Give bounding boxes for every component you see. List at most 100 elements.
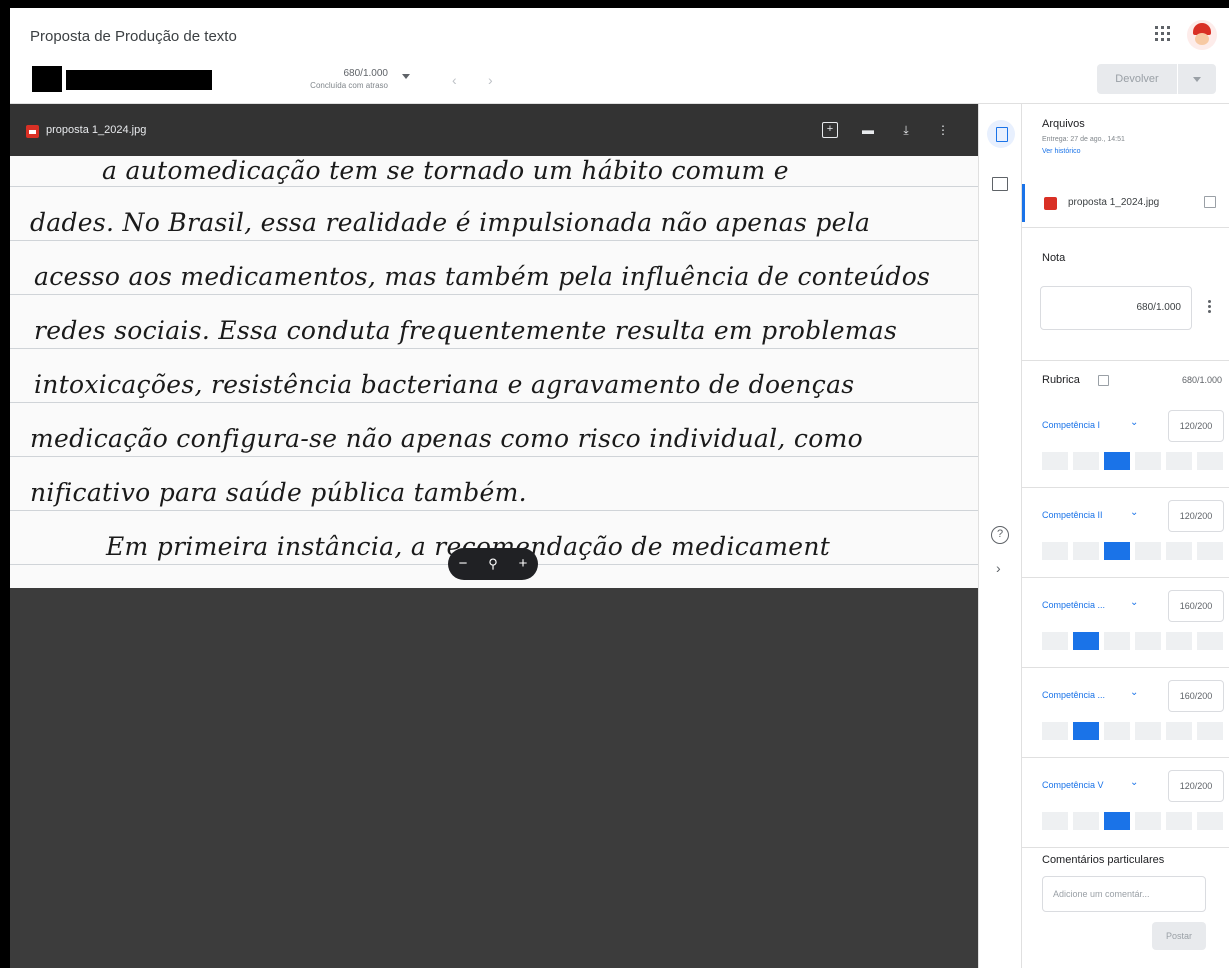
grade-more-icon[interactable] bbox=[1208, 300, 1211, 314]
rubric-criterion: Competência II ⌄ 120/200 bbox=[1022, 488, 1229, 578]
handwriting-line: a automedicação tem se tornado um hábito… bbox=[102, 156, 789, 185]
criterion-score-input[interactable]: 120/200 bbox=[1168, 770, 1224, 802]
student-grade: 680/1.000 bbox=[343, 68, 389, 79]
rubric-level[interactable] bbox=[1197, 812, 1223, 830]
criterion-score-input[interactable]: 120/200 bbox=[1168, 500, 1224, 532]
rubric-level[interactable] bbox=[1166, 812, 1192, 830]
chevron-down-icon[interactable]: ⌄ bbox=[1130, 417, 1138, 428]
criterion-name[interactable]: Competência ... bbox=[1042, 690, 1105, 700]
return-button[interactable]: Devolver bbox=[1097, 64, 1177, 94]
handwriting-line: redes sociais. Essa conduta frequentemen… bbox=[34, 316, 898, 345]
handwriting-line: nificativo para saúde pública também. bbox=[30, 478, 527, 507]
student-status: Concluída com atraso bbox=[310, 81, 388, 90]
file-viewer: proposta 1_2024.jpg + ▬ ⤓ ⋮ a automedica… bbox=[10, 104, 978, 968]
handwriting-line: acesso aos medicamentos, mas também pela… bbox=[34, 262, 931, 291]
attachment-item[interactable]: proposta 1_2024.jpg bbox=[1022, 178, 1229, 228]
rubric-level-selected[interactable] bbox=[1104, 452, 1130, 470]
criterion-levels bbox=[1042, 632, 1224, 650]
rubric-level[interactable] bbox=[1135, 542, 1161, 560]
criterion-levels bbox=[1042, 452, 1224, 470]
criterion-name[interactable]: Competência I bbox=[1042, 420, 1100, 430]
chevron-down-icon[interactable]: ⌄ bbox=[1130, 507, 1138, 518]
rubric-level-selected[interactable] bbox=[1104, 812, 1130, 830]
rubric-level-selected[interactable] bbox=[1104, 542, 1130, 560]
rubric-level[interactable] bbox=[1104, 722, 1130, 740]
rubric-level[interactable] bbox=[1166, 722, 1192, 740]
next-student-icon[interactable]: › bbox=[488, 72, 493, 88]
criterion-score-input[interactable]: 160/200 bbox=[1168, 590, 1224, 622]
handwriting-line: intoxicações, resistência bacteriana e a… bbox=[34, 370, 855, 399]
rubric-level-selected[interactable] bbox=[1073, 632, 1099, 650]
post-button[interactable]: Postar bbox=[1152, 922, 1206, 950]
student-dropdown-icon[interactable] bbox=[402, 74, 410, 79]
criterion-name[interactable]: Competência ... bbox=[1042, 600, 1105, 610]
criterion-name[interactable]: Competência II bbox=[1042, 510, 1103, 520]
attachment-name: proposta 1_2024.jpg bbox=[1068, 197, 1160, 208]
open-in-new-icon[interactable] bbox=[992, 177, 1008, 191]
rubric-level[interactable] bbox=[1135, 452, 1161, 470]
rubric-criterion: Competência ... ⌄ 160/200 bbox=[1022, 668, 1229, 758]
assignment-title: Proposta de Produção de texto bbox=[30, 28, 237, 45]
rubric-level-selected[interactable] bbox=[1073, 722, 1099, 740]
rubric-level[interactable] bbox=[1042, 632, 1068, 650]
rubric-criterion: Competência V ⌄ 120/200 bbox=[1022, 758, 1229, 848]
print-icon[interactable]: ▬ bbox=[860, 122, 876, 138]
google-apps-icon[interactable] bbox=[1155, 26, 1173, 44]
divider bbox=[1022, 360, 1229, 361]
rubric-level[interactable] bbox=[1166, 632, 1192, 650]
student-selector[interactable]: 680/1.000 Concluída com atraso bbox=[28, 60, 426, 104]
rubric-level[interactable] bbox=[1197, 542, 1223, 560]
rubric-level[interactable] bbox=[1073, 452, 1099, 470]
rubric-level[interactable] bbox=[1042, 722, 1068, 740]
rubric-level[interactable] bbox=[1197, 722, 1223, 740]
rubric-level[interactable] bbox=[1104, 632, 1130, 650]
chevron-down-icon[interactable]: ⌄ bbox=[1130, 687, 1138, 698]
student-grade-summary: 680/1.000 Concluída com atraso bbox=[268, 68, 388, 90]
open-rubric-icon[interactable] bbox=[1098, 375, 1109, 386]
criterion-score-input[interactable]: 120/200 bbox=[1168, 410, 1224, 442]
open-in-new-icon[interactable] bbox=[1204, 196, 1216, 208]
more-options-icon[interactable]: ⋮ bbox=[935, 122, 951, 138]
zoom-controls: − ⚲ + bbox=[448, 548, 538, 580]
image-file-icon bbox=[26, 125, 39, 138]
rubric-level[interactable] bbox=[1073, 542, 1099, 560]
rubric-level[interactable] bbox=[1197, 452, 1223, 470]
add-comment-icon[interactable]: + bbox=[822, 122, 838, 138]
return-options-button[interactable] bbox=[1178, 64, 1216, 94]
rubric-level[interactable] bbox=[1042, 452, 1068, 470]
rubric-level[interactable] bbox=[1166, 542, 1192, 560]
private-comment-input[interactable]: Adicione um comentár... bbox=[1042, 876, 1206, 912]
account-avatar[interactable] bbox=[1187, 20, 1217, 50]
rubric-level[interactable] bbox=[1166, 452, 1192, 470]
delivery-info: Entrega: 27 de ago., 14:51 bbox=[1042, 136, 1125, 143]
classroom-grader: Proposta de Produção de texto 680/1.000 … bbox=[10, 8, 1229, 968]
help-icon[interactable]: ? bbox=[991, 526, 1009, 544]
history-link[interactable]: Ver histórico bbox=[1042, 148, 1081, 155]
zoom-reset-icon[interactable]: ⚲ bbox=[478, 548, 508, 580]
rubric-level[interactable] bbox=[1135, 812, 1161, 830]
viewer-toolbar: proposta 1_2024.jpg + ▬ ⤓ ⋮ bbox=[10, 104, 978, 156]
download-icon[interactable]: ⤓ bbox=[898, 122, 914, 138]
previous-student-icon[interactable]: ‹ bbox=[452, 72, 457, 88]
grading-tab-icon[interactable] bbox=[987, 120, 1015, 148]
rubric-level[interactable] bbox=[1197, 632, 1223, 650]
rubric-level[interactable] bbox=[1135, 632, 1161, 650]
viewer-file-name: proposta 1_2024.jpg bbox=[46, 124, 147, 136]
side-rail: ? › bbox=[978, 104, 1021, 968]
rubric-level[interactable] bbox=[1042, 812, 1068, 830]
zoom-out-icon[interactable]: − bbox=[448, 548, 478, 580]
private-comments-title: Comentários particulares bbox=[1042, 854, 1165, 866]
grade-input[interactable]: 680/1.000 bbox=[1040, 286, 1192, 330]
essay-image: a automedicação tem se tornado um hábito… bbox=[10, 156, 978, 588]
criterion-score-input[interactable]: 160/200 bbox=[1168, 680, 1224, 712]
rubric-level[interactable] bbox=[1042, 542, 1068, 560]
rubric-level[interactable] bbox=[1073, 812, 1099, 830]
collapse-panel-icon[interactable]: › bbox=[996, 560, 1001, 576]
chevron-down-icon[interactable]: ⌄ bbox=[1130, 777, 1138, 788]
chevron-down-icon[interactable]: ⌄ bbox=[1130, 597, 1138, 608]
rubric-level[interactable] bbox=[1135, 722, 1161, 740]
attachment-selected-indicator bbox=[1022, 184, 1025, 222]
rubric-criterion: Competência I ⌄ 120/200 bbox=[1022, 398, 1229, 488]
criterion-name[interactable]: Competência V bbox=[1042, 780, 1104, 790]
zoom-in-icon[interactable]: + bbox=[508, 548, 538, 580]
